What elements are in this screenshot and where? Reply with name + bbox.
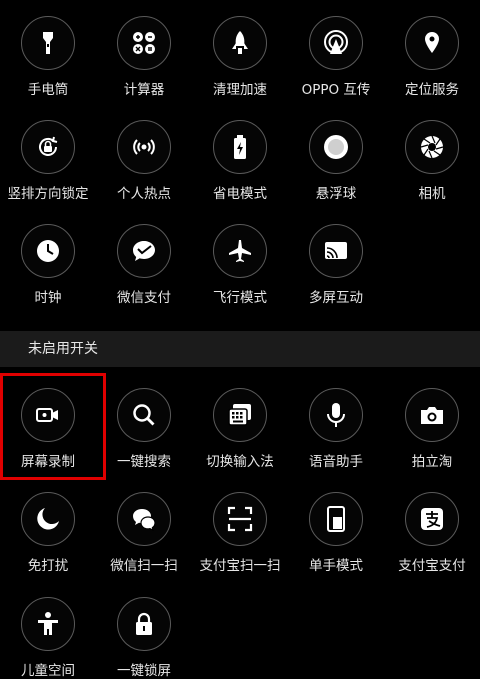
camera-aperture-icon (405, 120, 459, 174)
tile-label: 儿童空间 (21, 663, 75, 679)
tile-label: 单手模式 (309, 558, 363, 574)
clock-icon (21, 224, 75, 278)
tile-label: 省电模式 (213, 186, 267, 202)
tile-label: 支付宝支付 (398, 558, 466, 574)
tile-label: 相机 (418, 186, 446, 202)
tile-label: 个人热点 (117, 186, 171, 202)
photo-camera-icon (405, 388, 459, 442)
floating-ball-icon (309, 120, 363, 174)
tile-label: 语音助手 (309, 454, 363, 470)
wechat-pay-icon (117, 224, 171, 278)
one-hand-mode-icon (309, 492, 363, 546)
tile-label: 切换输入法 (206, 454, 274, 470)
tile-label: 悬浮球 (315, 186, 357, 202)
microphone-icon (309, 388, 363, 442)
tile-label: OPPO 互传 (301, 82, 371, 98)
rotation-lock-icon (21, 120, 75, 174)
wechat-scan-icon (117, 492, 171, 546)
tile-label: 免打扰 (27, 558, 69, 574)
tile-label: 飞行模式 (213, 290, 267, 306)
tile-label: 竖排方向锁定 (7, 186, 89, 202)
flashlight-icon (21, 16, 75, 70)
tile-label: 多屏互动 (309, 290, 363, 306)
screen-record-icon (21, 388, 75, 442)
tile-label: 定位服务 (405, 82, 459, 98)
tile-label: 支付宝扫一扫 (199, 558, 281, 574)
tile-label: 时钟 (34, 290, 62, 306)
calculator-icon (117, 16, 171, 70)
hotspot-icon (117, 120, 171, 174)
tile-label: 手电筒 (27, 82, 69, 98)
tile-label: 微信扫一扫 (110, 558, 178, 574)
tile-label: 微信支付 (117, 290, 171, 306)
moon-icon (21, 492, 75, 546)
rocket-icon (213, 16, 267, 70)
scan-frame-icon (213, 492, 267, 546)
kid-space-icon (21, 597, 75, 651)
alipay-icon (405, 492, 459, 546)
oppo-share-icon (309, 16, 363, 70)
lock-icon (117, 597, 171, 651)
tile-label: 屏幕录制 (21, 454, 75, 470)
tile-label: 拍立淘 (411, 454, 453, 470)
tile-label: 计算器 (123, 82, 165, 98)
search-icon (117, 388, 171, 442)
section-header-disabled: 未启用开关 (0, 331, 480, 367)
screen-cast-icon (309, 224, 363, 278)
keyboard-icon (213, 388, 267, 442)
location-pin-icon (405, 16, 459, 70)
tile-label: 一键锁屏 (117, 663, 171, 679)
battery-saver-icon (213, 120, 267, 174)
tile-label: 一键搜索 (117, 454, 171, 470)
tile-label: 清理加速 (213, 82, 267, 98)
airplane-icon (213, 224, 267, 278)
